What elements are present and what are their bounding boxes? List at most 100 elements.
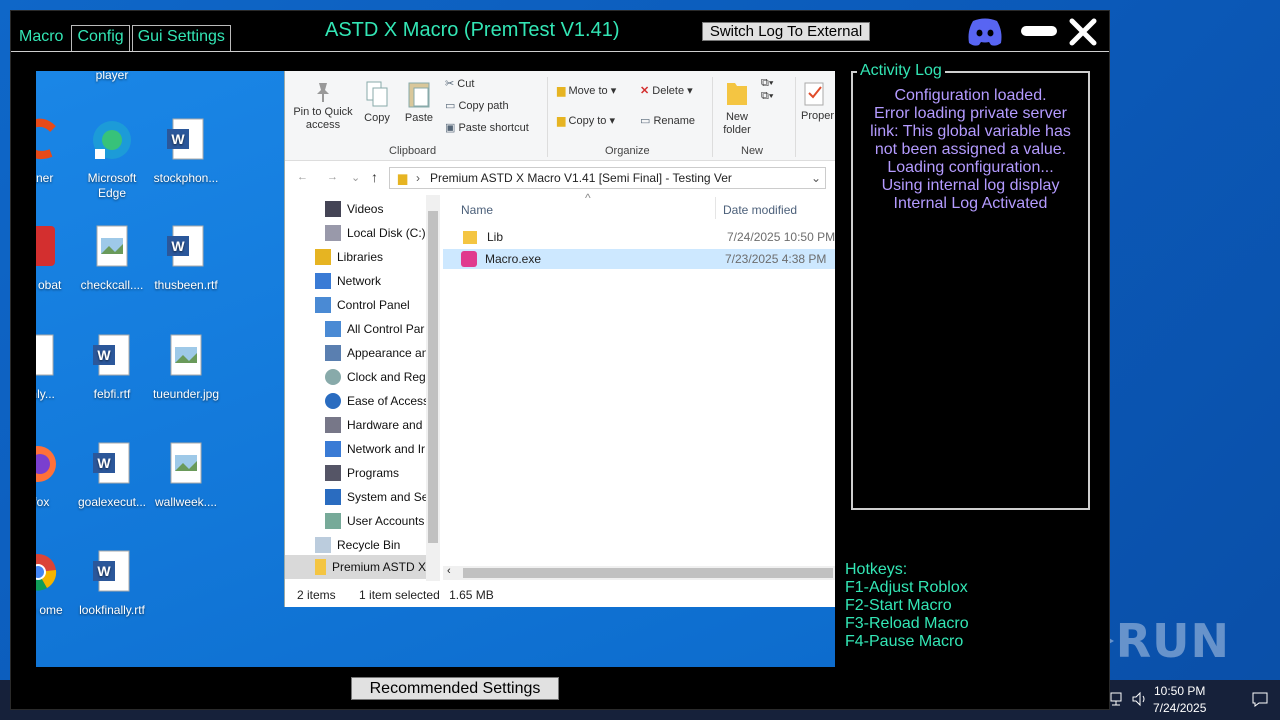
desktop-icon[interactable]: efox — [36, 441, 76, 510]
control-panel-icon — [315, 297, 331, 313]
address-folder-icon: ▆ — [398, 171, 408, 185]
paste-shortcut-button[interactable]: ▣ Paste shortcut — [445, 121, 529, 134]
move-to-button[interactable]: ▆ Move to ▾ — [557, 84, 616, 97]
desktop-icon[interactable]: wallweek.... — [148, 441, 224, 510]
network-icon[interactable] — [1109, 690, 1127, 708]
desktop-icon[interactable]: W goalexecut... — [74, 441, 150, 510]
file-row-lib[interactable]: Lib 7/24/2025 10:50 PM — [443, 227, 835, 247]
appearance-icon — [325, 345, 341, 361]
cut-button[interactable]: ✂ Cut — [445, 77, 474, 90]
word-doc-icon: W — [93, 442, 130, 484]
tab-config[interactable]: Config — [71, 25, 130, 51]
desktop-icon-label: efox — [36, 495, 50, 509]
file-row-macro-exe[interactable]: Macro.exe 7/23/2025 4:38 PM — [443, 249, 835, 269]
pin-label: Pin to Quick access — [293, 106, 353, 131]
nav-item-clock[interactable]: Clock and Regi — [325, 369, 428, 385]
ccleaner-icon — [36, 118, 56, 159]
forward-arrow-icon[interactable]: → — [327, 171, 338, 183]
file-date: 7/23/2025 4:38 PM — [725, 252, 827, 266]
desktop-icon[interactable]: W lookfinally.rtf — [74, 549, 150, 618]
log-line: not been assigned a value. — [874, 141, 1067, 158]
desktop-icon[interactable]: obe obat — [36, 224, 76, 293]
nav-item-control-panel[interactable]: Control Panel — [315, 297, 410, 313]
nav-item-local-disk[interactable]: Local Disk (C:) — [325, 225, 426, 241]
hotkey-item: F4-Pause Macro — [845, 633, 964, 650]
volume-icon[interactable] — [1131, 690, 1149, 708]
folder-copy-icon: ▆ — [557, 115, 569, 127]
control-panel-icon — [325, 321, 341, 337]
delete-button[interactable]: ✕ Delete ▾ — [640, 84, 693, 97]
new-folder-button[interactable]: New folder — [721, 77, 753, 137]
nav-item-videos[interactable]: Videos — [325, 201, 383, 217]
clock-icon — [325, 369, 341, 385]
up-arrow-icon[interactable]: ↑ — [371, 169, 378, 185]
nav-item-programs[interactable]: Programs — [325, 465, 399, 481]
desktop-icon[interactable]: lonly... — [36, 333, 76, 402]
paste-label: Paste — [404, 112, 434, 124]
desktop-icon[interactable]: eaner — [36, 117, 76, 186]
paste-button[interactable]: Paste — [401, 79, 437, 124]
macro-tabs: Macro Config Gui Settings — [13, 25, 231, 51]
nav-item-appearance[interactable]: Appearance an — [325, 345, 428, 361]
nav-label: All Control Par — [347, 322, 425, 336]
nav-item-ease-of-access[interactable]: Ease of Access — [325, 393, 429, 409]
desktop-icon[interactable]: checkcall.... — [74, 224, 150, 293]
address-bar[interactable]: ▆ › Premium ASTD X Macro V1.41 [Semi Fin… — [389, 167, 826, 189]
nav-label: Programs — [347, 466, 400, 480]
horizontal-scrollbar[interactable]: ‹ — [443, 565, 835, 580]
desktop-icon-label: febfi.rtf — [93, 387, 131, 401]
nav-item-network-internet[interactable]: Network and Ir — [325, 441, 425, 457]
nav-item-all-control-panel[interactable]: All Control Par — [325, 321, 424, 337]
desktop-icon[interactable]: player — [74, 71, 150, 83]
tab-gui-settings[interactable]: Gui Settings — [131, 25, 231, 51]
rename-button[interactable]: ▭ Rename — [640, 114, 695, 127]
nav-label: Premium ASTD X — [331, 560, 426, 574]
desktop-icon[interactable]: tueunder.jpg — [148, 333, 224, 402]
new-item-icon[interactable]: ⧉▾ ⧉▾ — [761, 77, 773, 103]
nav-scrollbar-thumb[interactable] — [428, 211, 438, 543]
nav-item-system-security[interactable]: System and Se — [325, 489, 428, 505]
log-line: Loading configuration... — [887, 159, 1054, 176]
nav-item-network[interactable]: Network — [315, 273, 381, 289]
activity-log-lines: Configuration loaded. Error loading priv… — [853, 87, 1088, 213]
word-doc-icon: W — [93, 550, 130, 592]
svg-text:W: W — [97, 455, 111, 471]
desktop-icon[interactable]: W stockphon... — [148, 117, 224, 186]
hotkeys-title: Hotkeys: — [845, 561, 908, 578]
column-name[interactable]: Name — [461, 203, 493, 217]
desktop-icon[interactable]: Microsoft Edge — [74, 117, 150, 201]
recent-dropdown-icon[interactable]: ⌄ — [351, 171, 360, 184]
copy-button[interactable]: Copy — [359, 79, 395, 124]
folder-icon — [315, 559, 326, 575]
discord-icon[interactable] — [966, 16, 1004, 48]
taskbar-clock[interactable]: 10:50 PM 7/24/2025 — [1153, 683, 1206, 717]
status-size: 1.65 MB — [449, 588, 494, 602]
pin-quick-access-button[interactable]: Pin to Quick access — [291, 81, 355, 132]
copy-to-button[interactable]: ▆ Copy to ▾ — [557, 114, 615, 127]
back-arrow-icon[interactable]: ← — [297, 171, 308, 183]
switch-log-button[interactable]: Switch Log To External — [702, 22, 870, 41]
close-icon[interactable] — [1069, 18, 1097, 46]
minimize-icon[interactable] — [1021, 26, 1057, 36]
address-chevron-icon: › — [416, 171, 420, 185]
svg-text:W: W — [171, 238, 185, 254]
horizontal-scrollbar-thumb[interactable] — [463, 568, 833, 578]
nav-item-recycle-bin[interactable]: Recycle Bin — [315, 537, 400, 553]
tab-macro[interactable]: Macro — [13, 25, 70, 51]
properties-button[interactable]: Proper — [801, 81, 835, 122]
desktop-icon[interactable]: W febfi.rtf — [74, 333, 150, 402]
move-to-label: Move to — [568, 85, 608, 97]
recommended-settings-button[interactable]: Recommended Settings — [351, 677, 559, 700]
desktop-icon[interactable]: W thusbeen.rtf — [148, 224, 224, 293]
copy-path-button[interactable]: ▭ Copy path — [445, 99, 509, 112]
ease-of-access-icon — [325, 393, 341, 409]
column-date-modified[interactable]: Date modified — [723, 203, 797, 217]
notification-icon[interactable] — [1251, 690, 1269, 708]
nav-item-libraries[interactable]: Libraries — [315, 249, 383, 265]
nav-label: Appearance an — [347, 346, 429, 360]
nav-item-premium-astd[interactable]: Premium ASTD X — [285, 555, 426, 579]
rename-icon: ▭ — [640, 115, 654, 127]
nav-item-hardware[interactable]: Hardware and — [325, 417, 422, 433]
desktop-icon[interactable]: ogle ome — [36, 549, 76, 618]
nav-item-user-accounts[interactable]: User Accounts — [325, 513, 424, 529]
